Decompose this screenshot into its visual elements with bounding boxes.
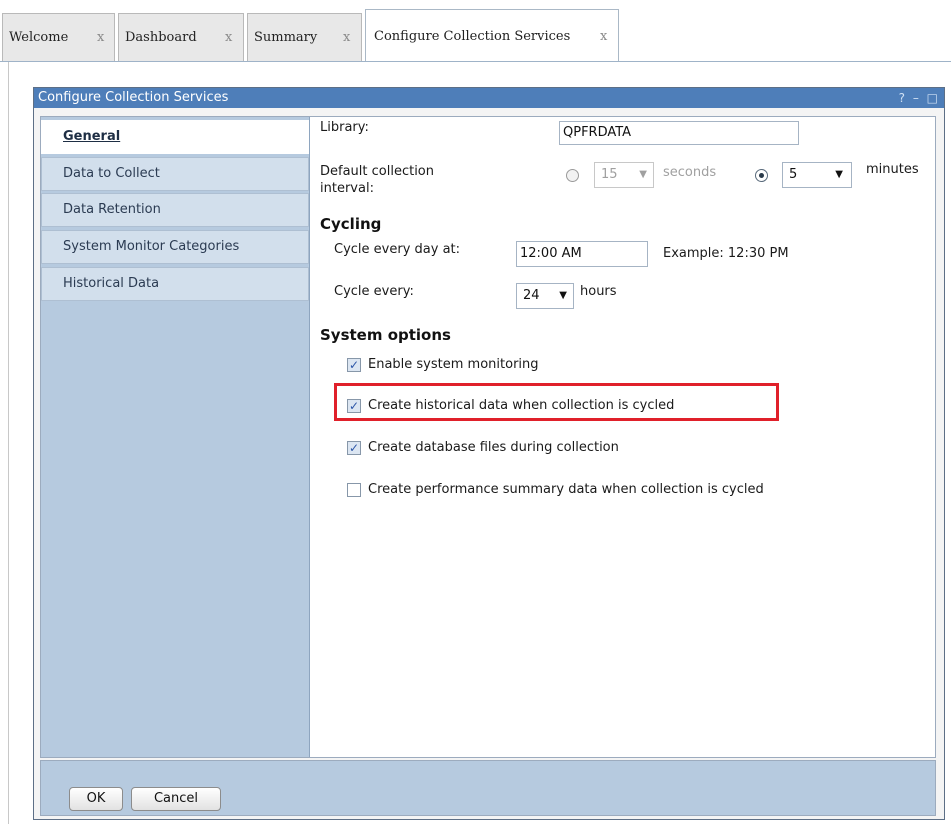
- minutes-select[interactable]: 5 ▼: [782, 162, 852, 188]
- cycle-time-input[interactable]: 12:00 AM: [516, 241, 648, 267]
- minutes-radio[interactable]: [755, 169, 768, 182]
- sidebar-item-data-to-collect[interactable]: Data to Collect: [41, 157, 309, 191]
- sidebar-nav: General Data to Collect Data Retention S…: [41, 117, 310, 757]
- tab-dashboard[interactable]: Dashboard x: [118, 13, 244, 61]
- ok-button[interactable]: OK: [69, 787, 123, 811]
- window-controls-icon[interactable]: ? – □: [899, 88, 940, 108]
- tab-configure-collection-services[interactable]: Configure Collection Services x: [365, 9, 619, 62]
- sidebar-item-historical-data[interactable]: Historical Data: [41, 267, 309, 301]
- close-icon[interactable]: x: [225, 30, 232, 45]
- seconds-select[interactable]: 15 ▼: [594, 162, 654, 188]
- create-database-files-label: Create database files during collection: [368, 440, 619, 455]
- general-panel: Library: QPFRDATA Default collection int…: [310, 117, 935, 757]
- dialog-footer: OK Cancel: [40, 760, 936, 816]
- cycle-day-label: Cycle every day at:: [334, 242, 461, 257]
- sidebar-item-system-monitor-categories[interactable]: System Monitor Categories: [41, 230, 309, 264]
- enable-monitoring-label: Enable system monitoring: [368, 357, 539, 372]
- sidebar-item-label: General: [63, 129, 121, 144]
- chevron-down-icon: ▼: [835, 169, 843, 180]
- cycle-hours-value: 24: [523, 288, 540, 303]
- library-input[interactable]: QPFRDATA: [559, 121, 799, 145]
- seconds-label: seconds: [663, 165, 717, 180]
- cancel-button[interactable]: Cancel: [131, 787, 221, 811]
- sidebar-item-label: Historical Data: [63, 276, 160, 291]
- close-icon[interactable]: x: [97, 30, 104, 45]
- dialog-titlebar: Configure Collection Services ? – □: [34, 88, 944, 108]
- create-summary-data-label: Create performance summary data when col…: [368, 482, 764, 497]
- cycle-hours-select[interactable]: 24 ▼: [516, 283, 574, 309]
- minutes-label: minutes: [866, 162, 919, 177]
- tab-label: Configure Collection Services: [374, 28, 571, 44]
- configure-collection-services-dialog: Configure Collection Services ? – □ Gene…: [33, 87, 945, 820]
- create-summary-data-checkbox[interactable]: [347, 483, 361, 497]
- highlight-box: [334, 383, 779, 421]
- close-icon[interactable]: x: [600, 29, 607, 44]
- tab-welcome[interactable]: Welcome x: [2, 13, 115, 61]
- create-database-files-checkbox[interactable]: ✓: [347, 441, 361, 455]
- system-options-heading: System options: [320, 326, 451, 344]
- collection-interval-label: Default collection interval:: [320, 164, 435, 196]
- tab-bar-divider: [0, 61, 951, 62]
- tab-label: Welcome: [9, 30, 69, 45]
- tab-label: Summary: [254, 30, 318, 45]
- sidebar-item-label: Data to Collect: [63, 166, 160, 181]
- minutes-value: 5: [789, 167, 798, 182]
- tab-label: Dashboard: [125, 30, 197, 45]
- seconds-value: 15: [601, 167, 618, 182]
- cycle-time-example: Example: 12:30 PM: [663, 246, 789, 261]
- tab-summary[interactable]: Summary x: [247, 13, 362, 61]
- cycle-every-label: Cycle every:: [334, 284, 414, 299]
- cycling-heading: Cycling: [320, 215, 382, 233]
- sidebar-item-data-retention[interactable]: Data Retention: [41, 193, 309, 227]
- enable-monitoring-checkbox[interactable]: ✓: [347, 358, 361, 372]
- seconds-radio[interactable]: [566, 169, 579, 182]
- hours-label: hours: [580, 284, 617, 299]
- sidebar-item-general[interactable]: General: [41, 120, 309, 154]
- dialog-title: Configure Collection Services: [38, 90, 229, 105]
- tab-bar: Welcome x Dashboard x Summary x Configur…: [0, 0, 951, 62]
- page-left-border: [8, 62, 9, 824]
- sidebar-item-label: System Monitor Categories: [63, 239, 240, 254]
- chevron-down-icon: ▼: [559, 290, 567, 301]
- dialog-body: General Data to Collect Data Retention S…: [40, 116, 936, 758]
- chevron-down-icon: ▼: [639, 169, 647, 180]
- close-icon[interactable]: x: [343, 30, 350, 45]
- library-label: Library:: [320, 120, 369, 135]
- sidebar-item-label: Data Retention: [63, 202, 161, 217]
